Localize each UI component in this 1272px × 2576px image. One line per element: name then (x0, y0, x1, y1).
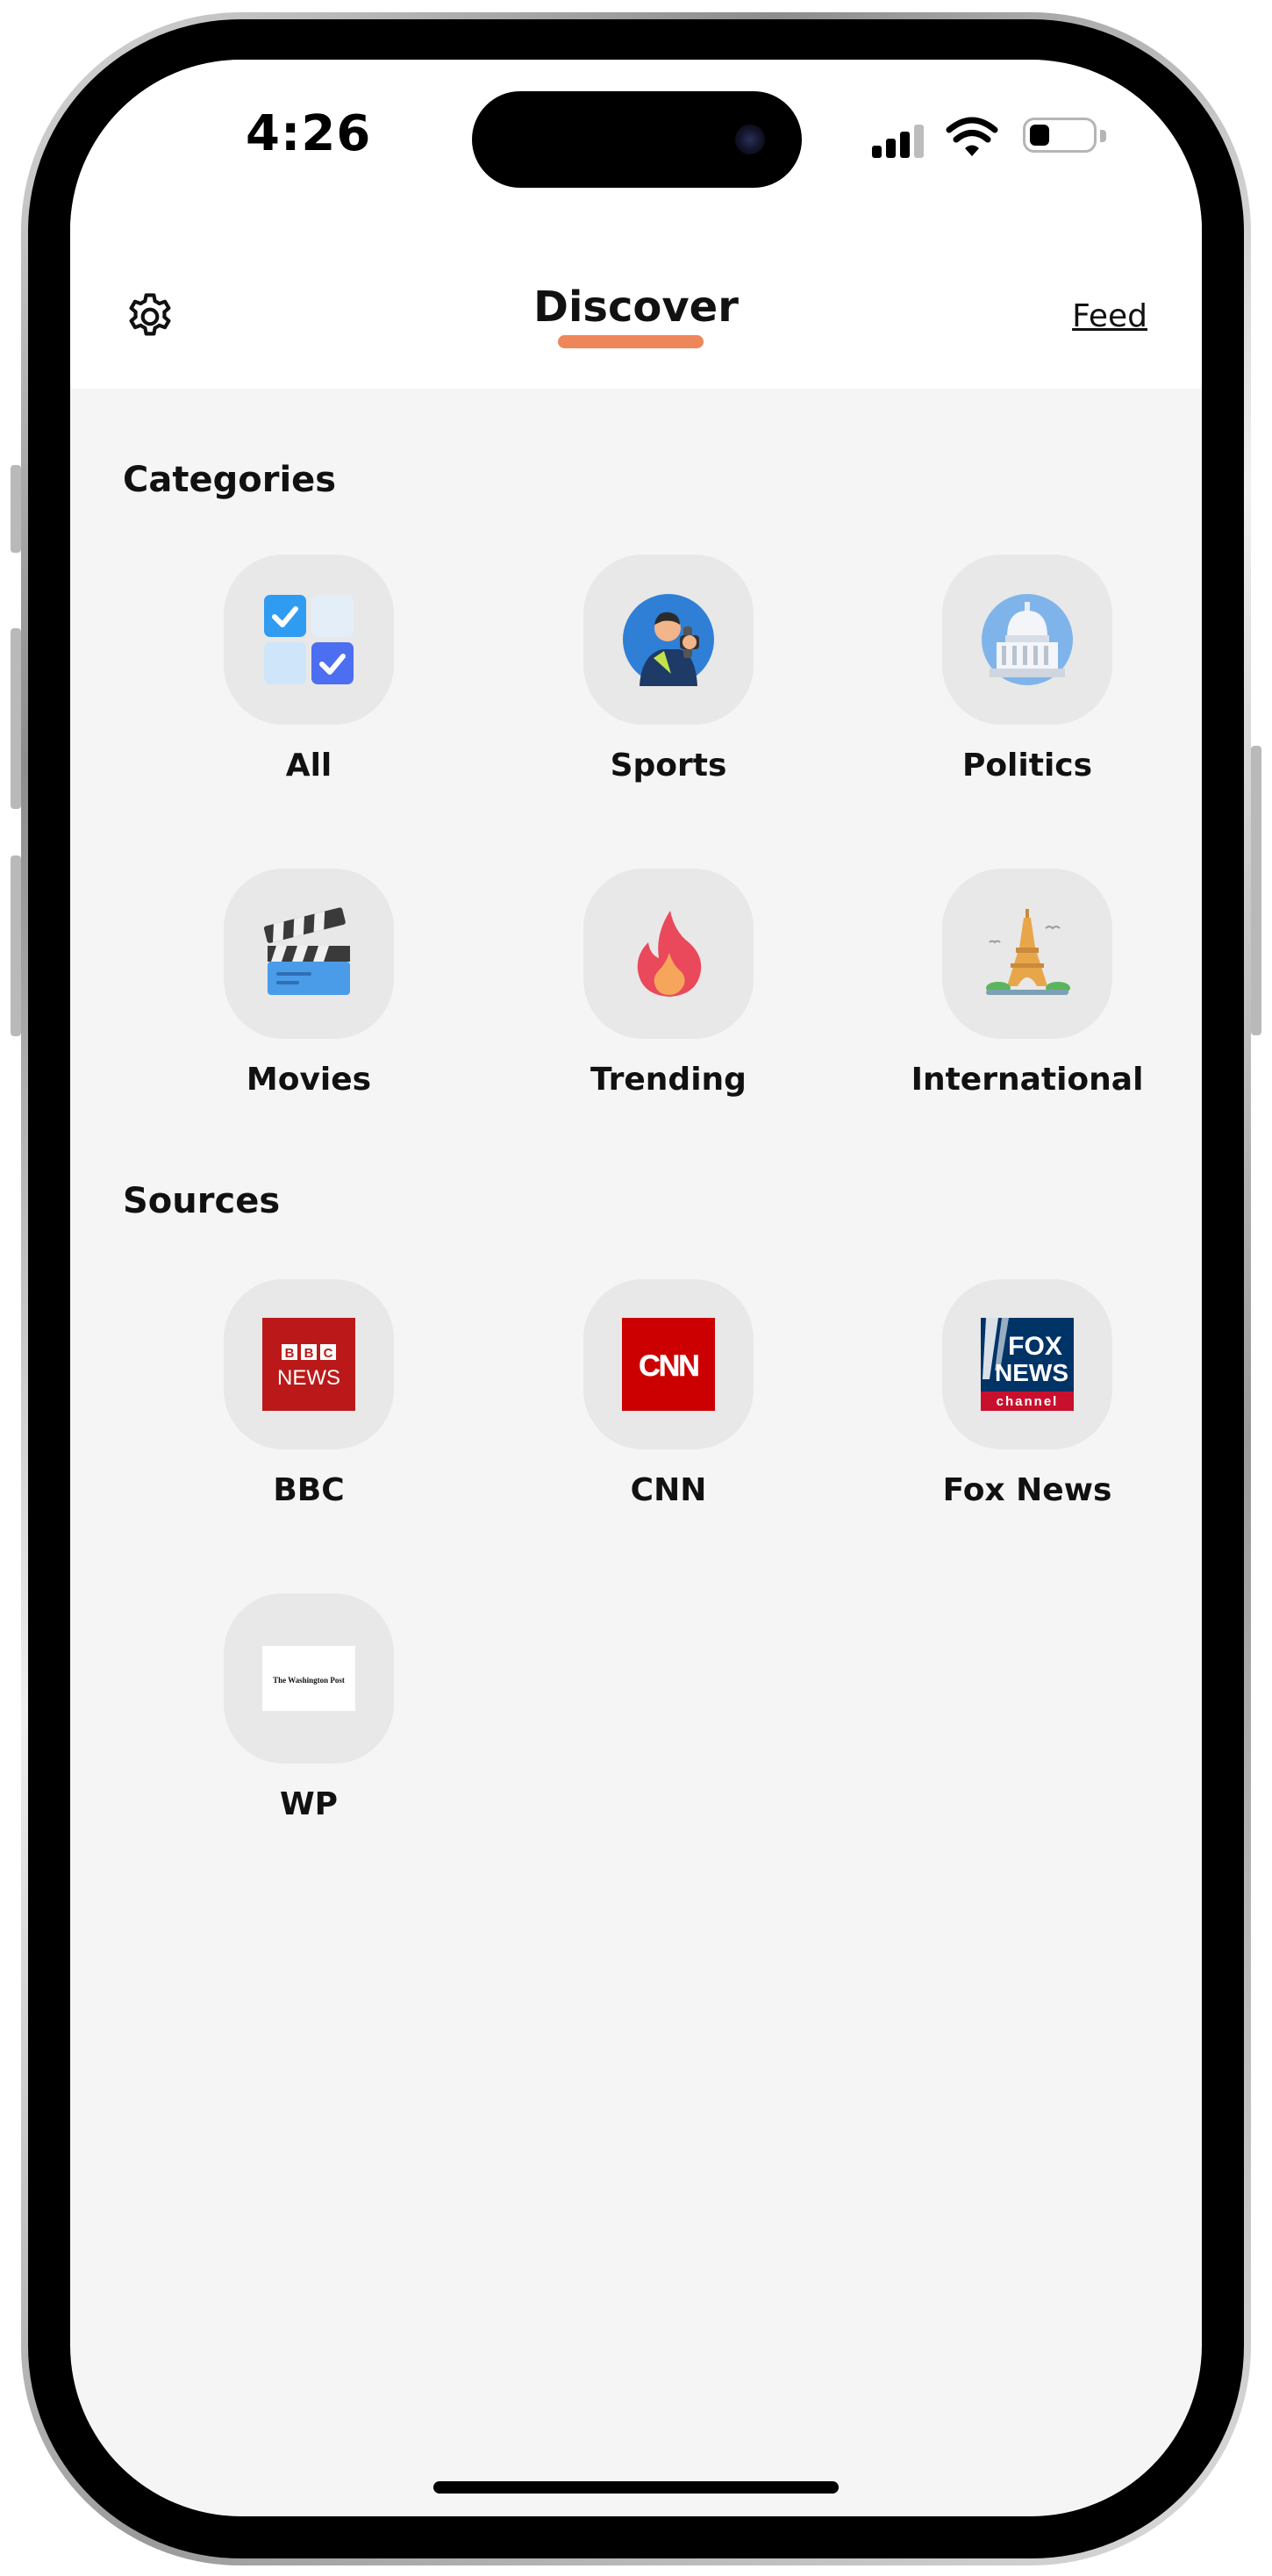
category-label: Politics (961, 748, 1093, 784)
bbc-logo-news-text: NEWS (277, 1366, 340, 1390)
title-underline (558, 335, 704, 348)
category-label: All (285, 748, 332, 784)
home-indicator[interactable] (433, 2481, 839, 2494)
category-trending-icon-bg (583, 869, 754, 1039)
category-sports-icon-bg (583, 555, 754, 725)
clapperboard-icon (263, 907, 350, 995)
wifi-icon (946, 117, 998, 156)
source-label: Fox News (942, 1472, 1112, 1508)
svg-text:B: B (304, 1346, 314, 1361)
cnn-logo: CNN (622, 1318, 715, 1411)
category-movies-icon-bg (224, 869, 394, 1039)
status-time: 4:26 (246, 105, 372, 162)
app-screen: 4:26 Discover Feed Categories All Sports… (70, 60, 1202, 2516)
category-label: Trending (590, 1062, 747, 1098)
source-label: BBC (273, 1472, 345, 1508)
flame-icon (637, 911, 702, 997)
category-international[interactable]: International (896, 869, 1159, 1149)
category-trending[interactable]: Trending (537, 869, 800, 1149)
battery-icon (1023, 118, 1097, 153)
source-wp-icon-bg: The Washington Post (224, 1593, 394, 1764)
source-bbc[interactable]: B B C NEWS BBC (177, 1279, 440, 1560)
source-label: CNN (630, 1472, 707, 1508)
source-label: WP (279, 1786, 339, 1822)
fox-news-logo: FOX NEWS channel (981, 1318, 1074, 1411)
battery-level (1030, 125, 1049, 146)
categories-heading: Categories (123, 460, 337, 500)
source-fox-news[interactable]: FOX NEWS channel Fox News (896, 1279, 1159, 1560)
battery-tip (1100, 130, 1106, 142)
page-title: Discover (533, 283, 739, 332)
category-sports[interactable]: Sports (537, 555, 800, 835)
category-all-icon-bg (224, 555, 394, 725)
volume-up-button (11, 628, 21, 809)
feed-link[interactable]: Feed (1072, 298, 1147, 334)
fox-logo-fox-text: FOX (1008, 1332, 1062, 1361)
eiffel-tower-icon (986, 909, 1070, 995)
washington-post-logo: The Washington Post (262, 1646, 355, 1711)
source-fox-news-icon-bg: FOX NEWS channel (942, 1279, 1112, 1449)
capitol-icon (982, 594, 1073, 685)
athlete-icon (623, 594, 714, 686)
wp-logo-text: The Washington Post (273, 1676, 345, 1685)
source-wp[interactable]: The Washington Post WP (177, 1593, 440, 1874)
front-camera (735, 125, 765, 154)
signal-icon (872, 123, 928, 158)
category-label: Movies (246, 1062, 372, 1098)
fox-logo-news-text: NEWS (995, 1359, 1068, 1386)
source-bbc-icon-bg: B B C NEWS (224, 1279, 394, 1449)
dynamic-island (472, 91, 802, 188)
source-cnn[interactable]: CNN CNN (537, 1279, 800, 1560)
category-all[interactable]: All (177, 555, 440, 835)
app-header: 4:26 Discover Feed (70, 60, 1202, 389)
bbc-news-logo: B B C NEWS (262, 1318, 355, 1411)
volume-down-button (11, 855, 21, 1036)
checkbox-grid-icon (264, 595, 354, 684)
source-cnn-icon-bg: CNN (583, 1279, 754, 1449)
fox-logo-channel-text: channel (997, 1394, 1059, 1409)
category-label: Sports (610, 748, 727, 784)
category-politics[interactable]: Politics (896, 555, 1159, 835)
action-button (11, 465, 21, 553)
cnn-logo-text: CNN (639, 1349, 698, 1383)
category-international-icon-bg (942, 869, 1112, 1039)
category-movies[interactable]: Movies (177, 869, 440, 1149)
svg-text:C: C (324, 1346, 333, 1361)
category-label: International (911, 1062, 1144, 1098)
category-politics-icon-bg (942, 555, 1112, 725)
sources-heading: Sources (123, 1181, 281, 1221)
svg-text:B: B (285, 1346, 295, 1361)
power-button (1251, 746, 1261, 1035)
